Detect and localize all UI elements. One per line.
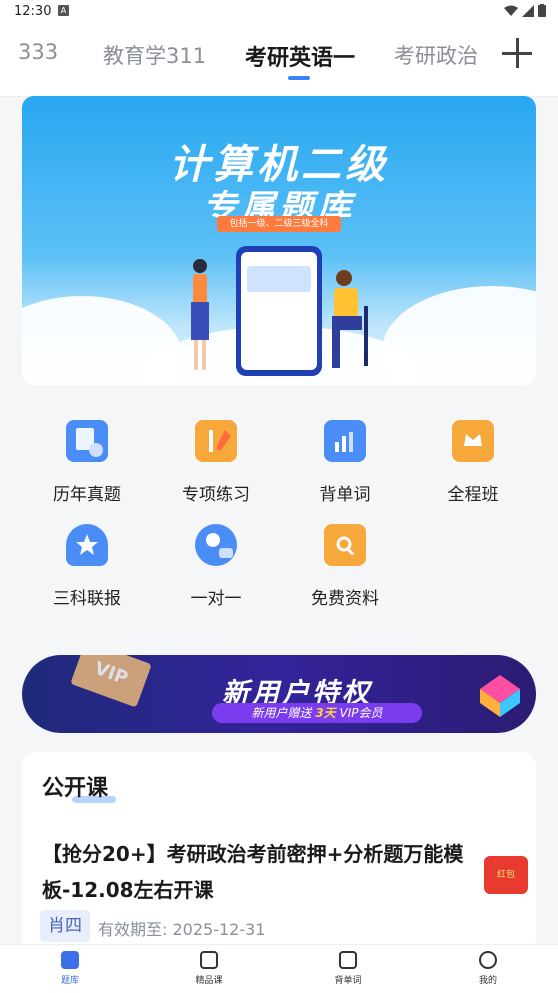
teacher-tag: 肖四 — [40, 910, 90, 942]
nav-label: 题库 — [60, 976, 79, 986]
feature-label: 全程班 — [447, 485, 499, 505]
man-illustration — [332, 270, 368, 368]
chat-person-icon — [195, 524, 237, 566]
tab-english-one[interactable]: 考研英语一 — [245, 40, 355, 72]
feature-label: 背单词 — [319, 485, 371, 505]
feature-label: 三科联报 — [53, 589, 121, 609]
tab-politics[interactable]: 考研政治 — [394, 40, 478, 70]
feature-full-course[interactable]: 全程班 — [413, 420, 533, 505]
tab-education-311[interactable]: 教育学311 — [103, 40, 206, 70]
feature-label: 一对一 — [190, 589, 242, 609]
tab-333[interactable]: 333 — [18, 40, 58, 64]
status-icons — [504, 4, 546, 17]
phone-illustration — [236, 246, 322, 376]
feature-label: 历年真题 — [53, 485, 121, 505]
battery-icon — [538, 4, 546, 17]
wifi-icon — [504, 5, 518, 16]
chart-card-icon — [324, 420, 366, 462]
feature-one-on-one[interactable]: 一对一 — [156, 524, 276, 609]
search-doc-icon — [324, 524, 366, 566]
subject-tabs: 333 教育学311 考研英语一 考研政治 — [0, 24, 558, 97]
promo-banner[interactable]: 计算机二级 专属题库 包括一级、二级三级全科 — [22, 96, 536, 385]
woman-illustration — [191, 259, 209, 370]
gift-box-illustration — [480, 675, 520, 717]
pencil-book-icon — [195, 420, 237, 462]
banner-tag: 包括一级、二级三级全科 — [217, 216, 341, 232]
active-tab-indicator — [288, 76, 310, 80]
feature-label: 专项练习 — [182, 485, 250, 505]
new-user-promo-banner[interactable]: VIP 新用户特权 新用户赠送 3天 VIP会员 — [22, 655, 536, 733]
nav-premium-courses[interactable]: 精品课 — [179, 951, 239, 986]
calendar-icon — [66, 420, 108, 462]
feature-three-subjects[interactable]: 三科联报 — [27, 524, 147, 609]
nav-label: 精品课 — [195, 976, 223, 986]
feature-vocabulary[interactable]: 背单词 — [285, 420, 405, 505]
promo-subtitle: 新用户赠送 3天 VIP会员 — [212, 703, 422, 723]
status-time: 12:30 — [14, 4, 52, 19]
feature-special-practice[interactable]: 专项练习 — [156, 420, 276, 505]
crown-icon — [452, 420, 494, 462]
book-icon — [61, 951, 79, 969]
open-book-icon — [339, 951, 357, 969]
course-title[interactable]: 【抢分20+】考研政治考前密押+分析题万能模板-12.08左右开课 — [42, 836, 512, 908]
signal-icon — [522, 4, 534, 17]
play-icon — [200, 951, 218, 969]
nav-question-bank[interactable]: 题库 — [40, 951, 100, 986]
feature-past-exams[interactable]: 历年真题 — [27, 420, 147, 505]
nav-vocabulary[interactable]: 背单词 — [318, 951, 378, 986]
cloud-decoration — [382, 286, 536, 385]
nav-label: 我的 — [478, 976, 497, 986]
feature-free-materials[interactable]: 免费资料 — [285, 524, 405, 609]
vip-card-illustration: VIP — [70, 655, 152, 708]
status-bar: 12:30 A — [0, 0, 558, 24]
notification-icon: A — [58, 5, 69, 16]
open-class-card: 公开课 【抢分20+】考研政治考前密押+分析题万能模板-12.08左右开课 肖四… — [22, 752, 536, 952]
trophy-star-icon — [66, 524, 108, 566]
feature-label: 免费资料 — [311, 589, 379, 609]
add-subject-icon[interactable] — [500, 36, 534, 70]
valid-until: 有效期至: 2025-12-31 — [98, 920, 266, 939]
profile-icon — [479, 951, 497, 969]
red-packet-icon[interactable]: 红包 — [484, 856, 528, 894]
nav-profile[interactable]: 我的 — [458, 951, 518, 986]
section-title: 公开课 — [42, 776, 109, 801]
bottom-navigation: 题库 精品课 背单词 我的 — [0, 944, 558, 993]
nav-label: 背单词 — [334, 976, 362, 986]
